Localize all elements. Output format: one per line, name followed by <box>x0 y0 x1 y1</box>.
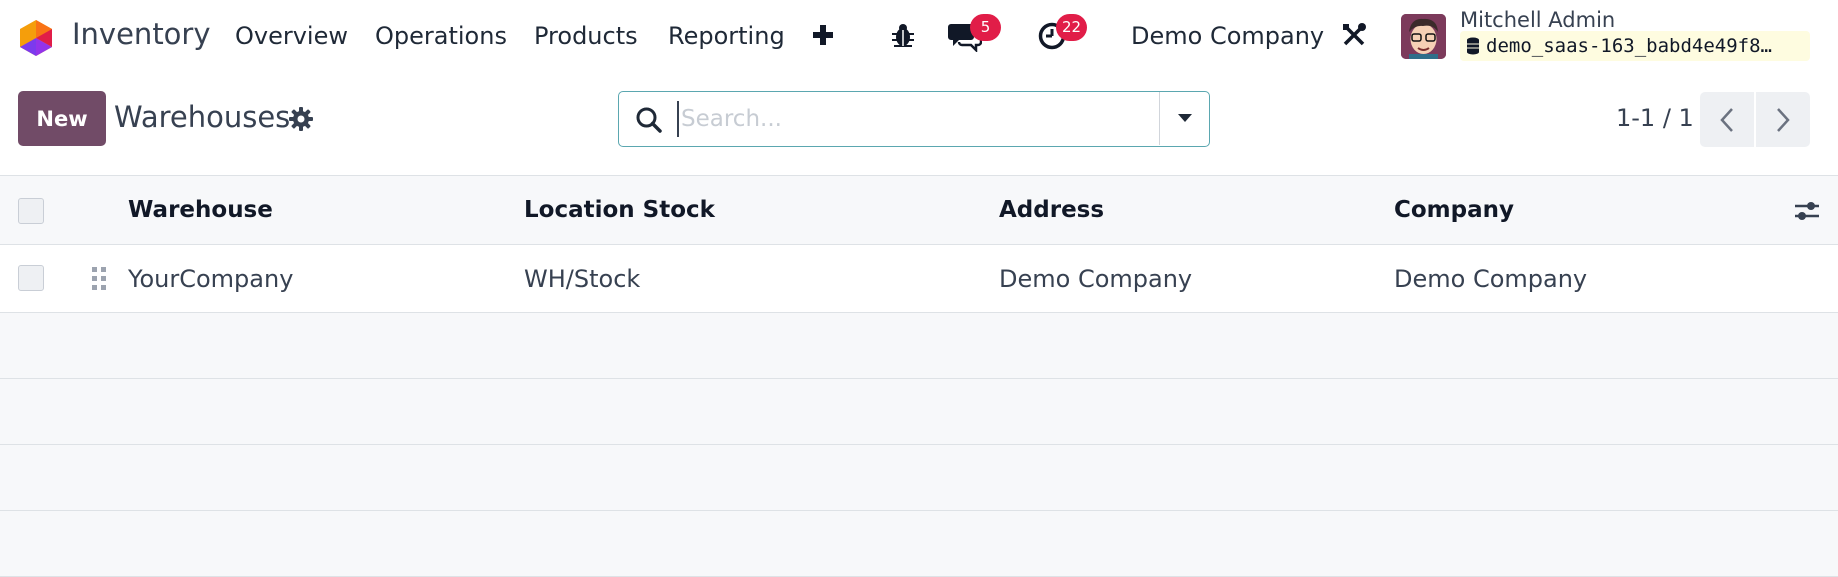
user-name[interactable]: Mitchell Admin <box>1460 8 1615 32</box>
chevron-left-icon <box>1720 107 1733 132</box>
page-title: Warehouses <box>114 100 291 134</box>
table-header: Warehouse Location Stock Address Company <box>0 175 1838 245</box>
optional-columns-icon[interactable] <box>1794 199 1820 227</box>
column-header-company[interactable]: Company <box>1394 197 1514 223</box>
tools-icon[interactable] <box>1340 21 1368 49</box>
cell-company[interactable]: Demo Company <box>1394 265 1587 293</box>
top-navbar: Inventory Overview Operations Products R… <box>0 0 1838 72</box>
warehouses-list: Warehouse Location Stock Address Company <box>0 175 1838 577</box>
gear-icon[interactable] <box>289 107 313 131</box>
empty-row <box>0 379 1838 445</box>
pager-next-button[interactable] <box>1756 92 1810 147</box>
app-logo-icon[interactable] <box>18 18 54 58</box>
column-header-address[interactable]: Address <box>999 197 1104 223</box>
row-checkbox[interactable] <box>18 265 44 291</box>
menu-overview[interactable]: Overview <box>235 22 348 50</box>
plus-icon[interactable] <box>810 22 836 48</box>
pager-previous-button[interactable] <box>1700 92 1754 147</box>
database-chip: demo_saas-163_babd4e49f8… <box>1460 31 1810 61</box>
user-avatar[interactable] <box>1401 14 1446 59</box>
column-header-warehouse[interactable]: Warehouse <box>128 197 273 223</box>
messages-badge: 5 <box>970 14 1001 41</box>
column-header-location-stock[interactable]: Location Stock <box>524 197 715 223</box>
bug-icon[interactable] <box>889 21 917 49</box>
menu-reporting[interactable]: Reporting <box>668 22 785 50</box>
empty-row <box>0 511 1838 577</box>
drag-handle-icon[interactable] <box>91 265 107 293</box>
cell-warehouse[interactable]: YourCompany <box>128 265 293 293</box>
menu-products[interactable]: Products <box>534 22 638 50</box>
search-input[interactable] <box>677 101 1077 137</box>
chevron-right-icon <box>1777 107 1790 132</box>
activities-badge: 22 <box>1056 14 1088 41</box>
database-icon <box>1467 37 1479 55</box>
search-options-toggle[interactable] <box>1159 92 1209 145</box>
caret-down-icon <box>1177 114 1192 122</box>
empty-row <box>0 445 1838 511</box>
menu-operations[interactable]: Operations <box>375 22 507 50</box>
select-all-checkbox[interactable] <box>18 198 44 224</box>
app-name[interactable]: Inventory <box>72 17 211 51</box>
table-row[interactable]: YourCompany WH/Stock Demo Company Demo C… <box>0 245 1838 313</box>
search-box <box>618 91 1210 147</box>
empty-row <box>0 313 1838 379</box>
database-name: demo_saas-163_babd4e49f8… <box>1486 35 1772 57</box>
cell-location-stock[interactable]: WH/Stock <box>524 265 640 293</box>
cell-address[interactable]: Demo Company <box>999 265 1192 293</box>
search-icon <box>635 106 663 134</box>
pager-value[interactable]: 1-1 / 1 <box>1616 104 1694 132</box>
company-switcher[interactable]: Demo Company <box>1131 22 1324 50</box>
new-button[interactable]: New <box>18 91 106 146</box>
